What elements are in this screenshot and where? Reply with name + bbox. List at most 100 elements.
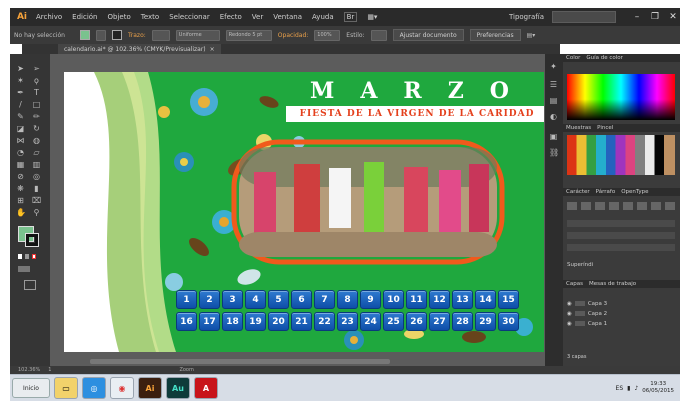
none-mode-icon[interactable] (32, 254, 36, 259)
acrobat-icon[interactable]: A (194, 377, 218, 399)
align-panel-icon[interactable]: ☰ (549, 80, 558, 89)
workspace-switcher[interactable]: Tipografía (509, 13, 544, 21)
tab-artboards[interactable]: Mesas de trabajo (589, 281, 636, 287)
hand-tool-icon[interactable]: ✋ (16, 208, 26, 217)
minimize-icon[interactable]: – (630, 11, 644, 23)
stroke-swatch[interactable] (112, 30, 122, 40)
volume-icon[interactable]: ♪ (634, 385, 638, 392)
graphic-styles-panel-icon[interactable]: ▣ (549, 132, 558, 141)
line-tool-icon[interactable]: / (16, 100, 25, 109)
close-icon[interactable]: ✕ (666, 11, 680, 23)
pen-tool-icon[interactable]: ✒ (16, 88, 25, 97)
pencil-tool-icon[interactable]: ✏ (32, 112, 41, 121)
width-tool-icon[interactable]: ⋈ (16, 136, 25, 145)
audition-icon[interactable]: Au (166, 377, 190, 399)
tab-close-icon[interactable]: × (210, 46, 215, 53)
layer-row[interactable]: ◉ Capa 2 (567, 310, 675, 317)
slice-tool-icon[interactable]: ⌧ (32, 196, 41, 205)
gradient-mode-icon[interactable] (25, 254, 29, 259)
rectangle-tool-icon[interactable]: □ (32, 100, 41, 109)
tab-brushes[interactable]: Pincel (597, 125, 613, 131)
transform-panel-icon[interactable]: ▤ (549, 96, 558, 105)
tab-paragraph[interactable]: Párrafo (596, 189, 616, 195)
menu-ver[interactable]: Ver (252, 13, 263, 21)
color-spectrum[interactable] (567, 74, 675, 120)
layer-eye-icon[interactable]: ◉ (567, 321, 572, 327)
fill-dropdown[interactable] (96, 29, 106, 41)
menu-objeto[interactable]: Objeto (108, 13, 131, 21)
menu-texto[interactable]: Texto (141, 13, 159, 21)
layer-eye-icon[interactable]: ◉ (567, 311, 572, 317)
magic-wand-tool-icon[interactable]: ✶ (16, 76, 25, 85)
brush-dropdown[interactable]: Redondo 5 pt (225, 29, 272, 41)
arrange-icon[interactable]: ▤▾ (527, 32, 536, 39)
tab-character[interactable]: Carácter (566, 189, 590, 195)
direct-selection-tool-icon[interactable]: ➢ (32, 64, 41, 73)
document-tab[interactable]: calendario.ai* @ 102.36% (CMYK/Previsual… (58, 44, 221, 54)
indent-fields[interactable] (567, 220, 675, 256)
perspective-tool-icon[interactable]: ▱ (32, 148, 41, 157)
tab-color[interactable]: Color (566, 55, 580, 61)
search-input[interactable] (552, 11, 616, 23)
stroke-color-box[interactable] (25, 233, 39, 247)
type-tool-icon[interactable]: T (32, 88, 41, 97)
menu-archivo[interactable]: Archivo (36, 13, 62, 21)
menu-ayuda[interactable]: Ayuda (312, 13, 334, 21)
clock[interactable]: 19:33 06/05/2015 (642, 381, 674, 395)
stroke-weight-field[interactable] (151, 29, 170, 41)
superscript-option[interactable]: Superíndi (567, 262, 593, 268)
menu-ventana[interactable]: Ventana (273, 13, 302, 21)
brushes-panel-icon[interactable]: ✦ (549, 62, 558, 71)
tab-color-guide[interactable]: Guía de color (586, 55, 623, 61)
browser-icon[interactable]: ◎ (82, 377, 106, 399)
mesh-tool-icon[interactable]: ▦ (16, 160, 25, 169)
menu-seleccionar[interactable]: Seleccionar (169, 13, 210, 21)
alignment-buttons[interactable] (567, 202, 675, 210)
explorer-icon[interactable]: ▭ (54, 377, 78, 399)
status-mode[interactable]: Zoom (179, 367, 193, 373)
network-icon[interactable]: ▮ (627, 385, 630, 392)
horizontal-scrollbar[interactable] (90, 359, 390, 364)
blend-tool-icon[interactable]: ◎ (32, 172, 41, 181)
preferences-button[interactable]: Preferencias (469, 29, 521, 41)
swatch-grid[interactable] (567, 135, 675, 175)
fill-swatch[interactable] (80, 30, 90, 40)
graph-tool-icon[interactable]: ▮ (32, 184, 41, 193)
artboard-tool-icon[interactable]: ⊞ (16, 196, 25, 205)
arrange-documents-icon[interactable]: ▦▾ (367, 13, 377, 21)
tab-opentype[interactable]: OpenType (621, 189, 648, 195)
zoom-level[interactable]: 102.36% (18, 367, 40, 373)
layer-row[interactable]: ◉ Capa 1 (567, 320, 675, 327)
gradient-tool-icon[interactable]: ▥ (32, 160, 41, 169)
tab-swatches[interactable]: Muestras (566, 125, 591, 131)
chrome-icon[interactable]: ◉ (110, 377, 134, 399)
appearance-panel-icon[interactable]: ◐ (549, 112, 558, 121)
warp-tool-icon[interactable]: ◍ (32, 136, 41, 145)
eraser-tool-icon[interactable]: ◪ (16, 124, 25, 133)
opacity-field[interactable]: 100% (314, 29, 341, 41)
paintbrush-tool-icon[interactable]: ✎ (16, 112, 25, 121)
layer-eye-icon[interactable]: ◉ (567, 301, 572, 307)
color-mode-icon[interactable] (18, 254, 22, 259)
shape-builder-tool-icon[interactable]: ◔ (16, 148, 25, 157)
eyedropper-tool-icon[interactable]: ⊘ (16, 172, 25, 181)
lasso-tool-icon[interactable]: ϙ (32, 76, 41, 85)
start-button[interactable]: Inicio (12, 378, 50, 398)
layer-row[interactable]: ◉ Capa 3 (567, 300, 675, 307)
calendar-artboard[interactable]: MARZO FIESTA DE LA VIRGEN DE LA CARIDAD … (64, 72, 544, 352)
tab-layers[interactable]: Capas (566, 281, 583, 287)
links-panel-icon[interactable]: ⛓ (549, 148, 559, 157)
bridge-icon[interactable]: Br (343, 12, 358, 22)
maximize-icon[interactable]: ❐ (648, 11, 662, 23)
rotate-tool-icon[interactable]: ↻ (32, 124, 41, 133)
symbol-sprayer-tool-icon[interactable]: ❋ (16, 184, 25, 193)
zoom-tool-icon[interactable]: ⚲ (32, 208, 41, 217)
selection-tool-icon[interactable]: ➤ (16, 64, 25, 73)
style-dropdown[interactable] (370, 29, 387, 41)
menu-efecto[interactable]: Efecto (220, 13, 242, 21)
document-setup-button[interactable]: Ajustar documento (392, 29, 464, 41)
artboard-page[interactable]: 1 (48, 367, 51, 373)
menu-edicion[interactable]: Edición (72, 13, 97, 21)
screen-mode-icon[interactable] (24, 280, 36, 290)
canvas-area[interactable]: MARZO FIESTA DE LA VIRGEN DE LA CARIDAD … (50, 54, 552, 366)
